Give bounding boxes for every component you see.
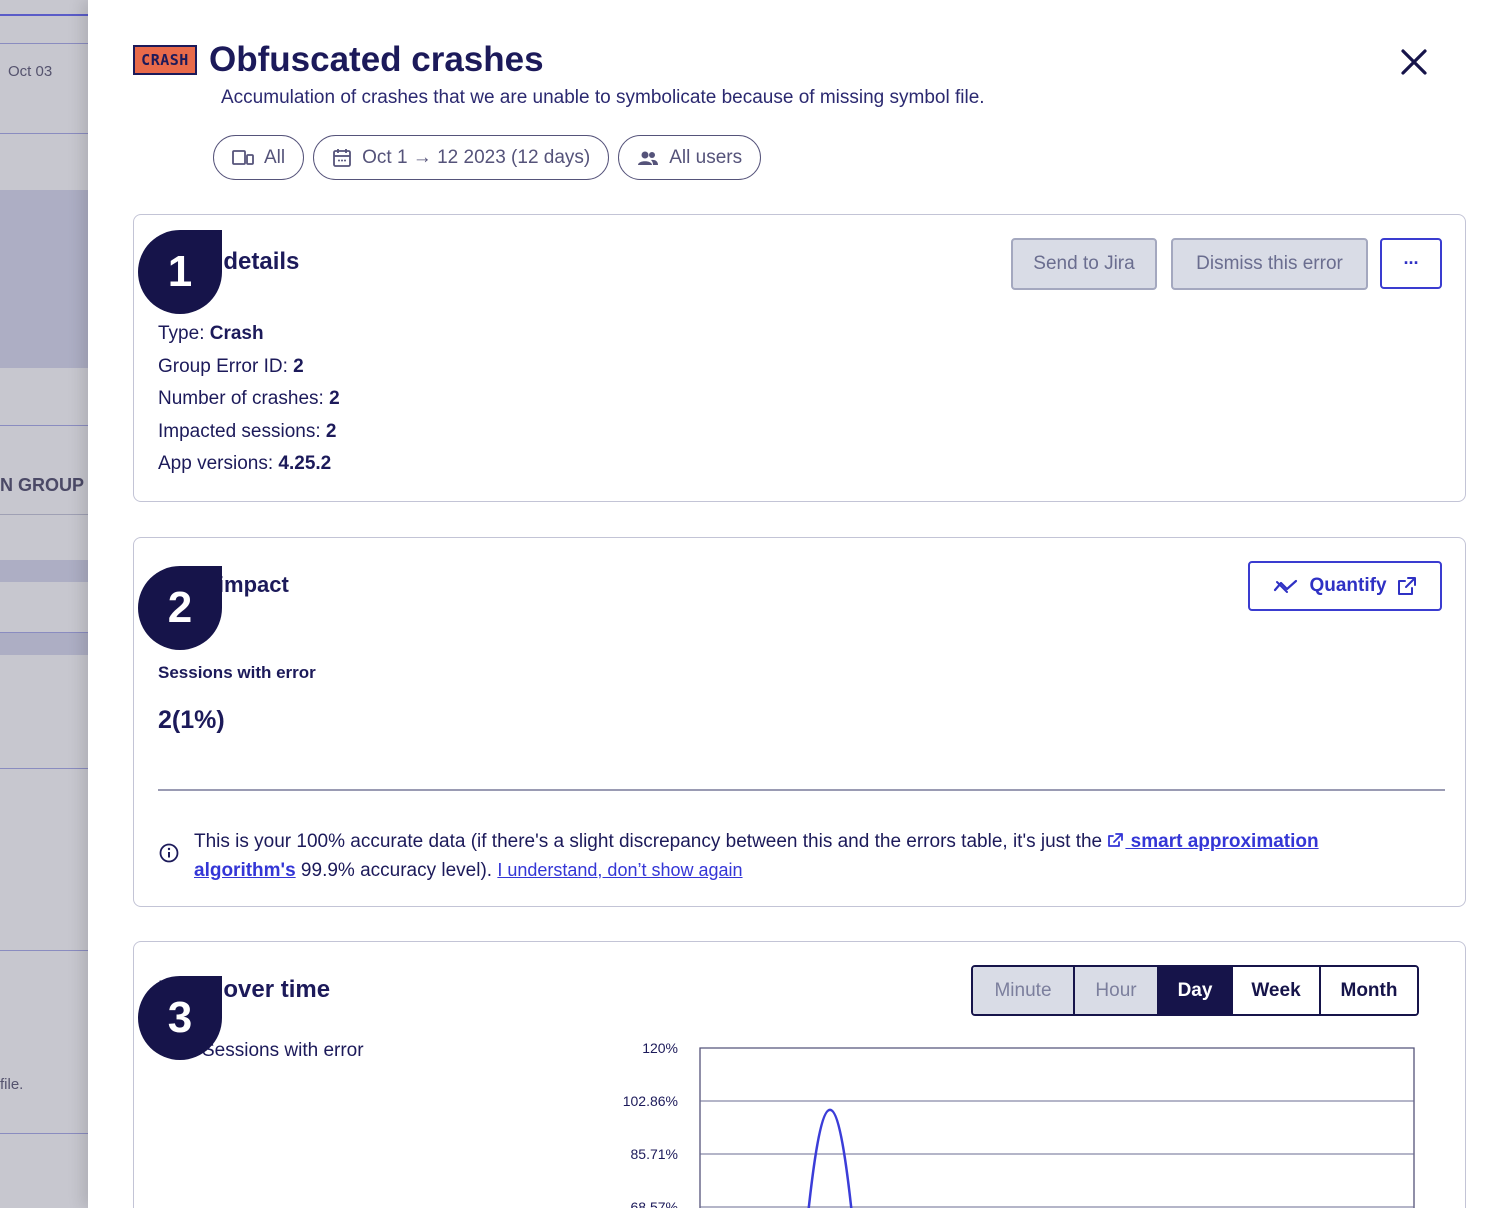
page-subtitle: Accumulation of crashes that we are unab… — [221, 87, 985, 108]
sessions-with-error-label: Sessions with error — [158, 663, 316, 682]
external-link-icon — [1397, 577, 1416, 595]
divider — [0, 514, 88, 515]
date-range-filter[interactable]: Oct 1 → 12 2023 (12 days) — [313, 135, 610, 180]
detail-type: Type: Crash — [158, 323, 264, 344]
background-date: Oct 03 — [8, 63, 53, 80]
send-to-jira-button[interactable]: Send to Jira — [1011, 238, 1157, 290]
dont-show-again-link[interactable]: I understand, don’t show again — [497, 860, 742, 880]
users-icon — [638, 151, 659, 165]
background-page: Oct 03 N GROUP file. — [0, 0, 88, 1208]
chart-frame — [699, 1047, 1415, 1208]
info-icon — [159, 843, 179, 863]
divider — [0, 768, 88, 769]
devices-icon — [232, 149, 254, 165]
granularity-hour[interactable]: Hour — [1075, 967, 1159, 1014]
page-title: Obfuscated crashes — [209, 40, 544, 79]
calendar-icon — [333, 148, 352, 167]
notice-text: 99.9% accuracy level). — [295, 860, 498, 881]
sessions-with-error-value: 2(1%) — [158, 706, 225, 734]
granularity-day[interactable]: Day — [1159, 967, 1233, 1014]
step-badge-2: 2 — [138, 566, 222, 650]
quantify-button[interactable]: Quantify — [1248, 561, 1442, 611]
users-filter[interactable]: All users — [618, 135, 762, 180]
error-impact-card: Error impact Quantify Sessions with erro… — [133, 537, 1466, 907]
notice-text: This is your 100% accurate data (if ther… — [194, 831, 1108, 852]
y-tick-label: 120% — [642, 1040, 678, 1056]
close-icon — [1401, 49, 1427, 75]
accuracy-notice: This is your 100% accurate data (if ther… — [158, 828, 1425, 885]
divider — [0, 950, 88, 951]
background-band — [0, 633, 88, 655]
background-file-label: file. — [0, 1076, 24, 1093]
dismiss-error-button[interactable]: Dismiss this error — [1171, 238, 1368, 290]
device-filter-label: All — [264, 146, 286, 168]
detail-group-id: Group Error ID: 2 — [158, 355, 304, 377]
divider — [0, 1133, 88, 1134]
crash-icon: CRASH — [133, 45, 197, 75]
error-details-card: Error details Send to Jira Dismiss this … — [133, 214, 1466, 502]
y-tick-label: 102.86% — [623, 1093, 678, 1109]
y-tick-label: 68.57% — [631, 1199, 678, 1208]
divider — [0, 425, 88, 426]
error-detail-panel: CRASH Obfuscated crashes Accumulation of… — [88, 0, 1494, 1208]
filter-bar: All Oct 1 → 12 2023 (12 days) All users — [213, 135, 762, 180]
error-over-time-chart: 120% 102.86% 85.71% 68.57% — [623, 1040, 1415, 1208]
error-details-list: Type: Crash Group Error ID: 2 Number of … — [158, 318, 340, 481]
detail-crash-count: Number of crashes: 2 — [158, 388, 340, 409]
granularity-month[interactable]: Month — [1321, 967, 1417, 1014]
step-badge-1: 1 — [138, 230, 222, 314]
divider — [0, 14, 88, 16]
y-tick-label: 85.71% — [631, 1146, 678, 1162]
users-filter-label: All users — [669, 146, 743, 168]
trend-icon — [1274, 579, 1298, 593]
divider — [0, 133, 88, 134]
detail-impacted-sessions: Impacted sessions: 2 — [158, 420, 337, 442]
granularity-minute[interactable]: Minute — [973, 967, 1075, 1014]
selected-row-band — [0, 190, 88, 368]
granularity-week[interactable]: Week — [1233, 967, 1321, 1014]
panel-header: CRASH Obfuscated crashes Accumulation of… — [133, 40, 1454, 180]
detail-app-versions: App versions: 4.25.2 — [158, 453, 332, 474]
granularity-selector: Minute Hour Day Week Month — [971, 965, 1419, 1016]
step-badge-3: 3 — [138, 976, 222, 1060]
more-options-button[interactable]: ··· — [1380, 238, 1442, 289]
external-link-icon — [1108, 833, 1124, 847]
legend-label: Sessions with error — [202, 1040, 364, 1061]
background-group-label: N GROUP — [0, 475, 85, 495]
background-band — [0, 560, 88, 582]
accuracy-notice-text: This is your 100% accurate data (if ther… — [194, 828, 1425, 885]
date-range-label: Oct 1 → 12 2023 (12 days) — [362, 146, 591, 168]
divider — [158, 789, 1445, 791]
quantify-label: Quantify — [1309, 575, 1387, 596]
error-over-time-card: Error over time Minute Hour Day Week Mon… — [133, 941, 1466, 1208]
series-line-sessions-with-error — [807, 1108, 853, 1208]
divider — [0, 43, 88, 44]
close-button[interactable] — [1394, 42, 1434, 82]
device-filter[interactable]: All — [213, 135, 305, 180]
more-icon: ··· — [1403, 253, 1420, 273]
